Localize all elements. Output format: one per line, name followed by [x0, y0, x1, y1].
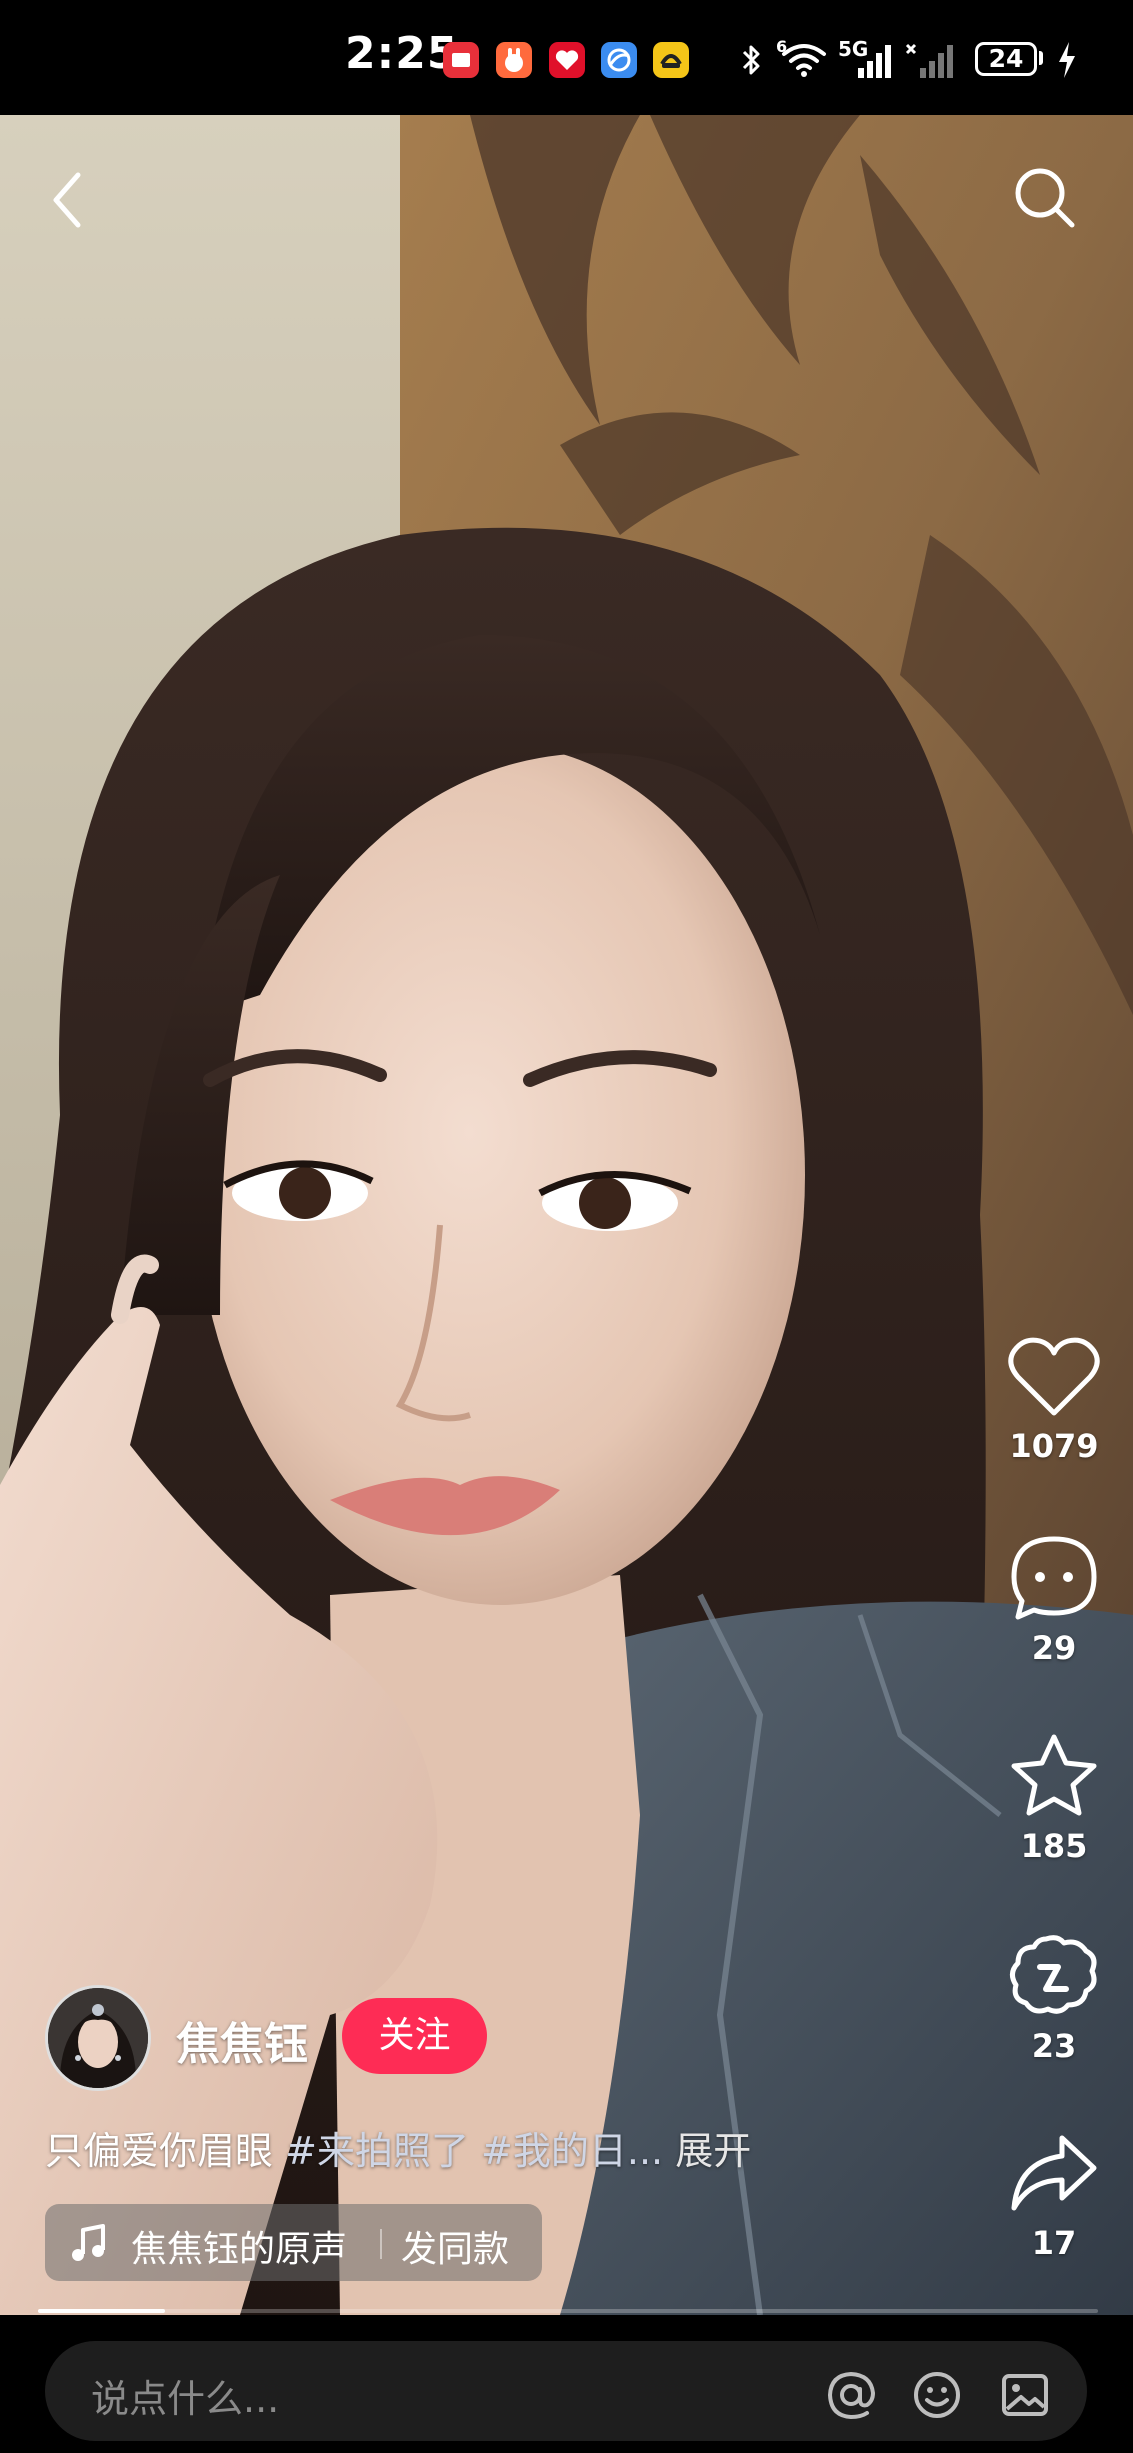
- browser-app-icon: [601, 42, 637, 78]
- music-pill[interactable]: 焦焦钰的原声 发同款: [45, 2204, 542, 2281]
- recommend-icon[interactable]: [1006, 1931, 1102, 2021]
- status-time: 2:25: [345, 28, 459, 79]
- pinduoduo-app-icon: [549, 42, 585, 78]
- share-arrow-icon[interactable]: [1006, 2128, 1102, 2218]
- use-same-sound-button[interactable]: 发同款: [401, 2220, 509, 2272]
- video-player[interactable]: 1079 29 185 23 17: [0, 115, 1133, 2315]
- chevron-left-icon[interactable]: [44, 165, 92, 235]
- signal-strength-icon: [858, 45, 891, 78]
- share-count: 17: [1031, 2224, 1077, 2262]
- video-progress-fill: [38, 2309, 166, 2313]
- favorite-count: 185: [1020, 1827, 1088, 1865]
- music-note-icon: [72, 2224, 105, 2261]
- comment-bubble-icon[interactable]: [1006, 1533, 1102, 1623]
- recommend-count: 23: [1031, 2027, 1077, 2065]
- sim-indicator: 6: [776, 37, 788, 56]
- author-name[interactable]: 焦焦钰: [176, 2008, 308, 2072]
- avatar-image: [48, 1988, 148, 2088]
- music-divider: [380, 2229, 382, 2259]
- battery-nub: [1039, 51, 1043, 65]
- comment-placeholder: 说点什么...: [91, 2377, 280, 2421]
- comment-input[interactable]: 说点什么...: [45, 2341, 1087, 2441]
- mention-at-icon[interactable]: [825, 2369, 877, 2421]
- status-bar: 2:25 6 5G 24: [0, 0, 1133, 115]
- signal-none-icon: [905, 43, 953, 78]
- recommend-action[interactable]: 23: [992, 1931, 1116, 2065]
- video-caption[interactable]: 只偏爱你眉眼 #来拍照了 #我的日... 展开: [45, 2120, 945, 2175]
- comment-action[interactable]: 29: [992, 1533, 1116, 1667]
- image-picker-icon[interactable]: [999, 2369, 1051, 2421]
- video-frame-image: [0, 115, 1133, 2315]
- search-icon[interactable]: [1010, 163, 1080, 233]
- favorite-action[interactable]: 185: [992, 1731, 1116, 1865]
- battery-indicator: 24: [975, 42, 1037, 76]
- bottom-comment-bar: 说点什么...: [0, 2315, 1133, 2453]
- hashtag-2[interactable]: #我的日...: [481, 2129, 663, 2173]
- video-progress-bar[interactable]: [38, 2309, 1098, 2313]
- comment-count: 29: [1031, 1629, 1077, 1667]
- like-count: 1079: [1009, 1427, 1099, 1465]
- wifi-icon: [782, 44, 826, 77]
- expand-caption-button[interactable]: 展开: [675, 2129, 751, 2173]
- music-name[interactable]: 焦焦钰的原声: [131, 2220, 347, 2272]
- author-avatar[interactable]: [45, 1985, 151, 2091]
- hashtag-1[interactable]: #来拍照了: [285, 2129, 469, 2173]
- share-action[interactable]: 17: [992, 2128, 1116, 2262]
- notes-app-icon: [443, 42, 479, 78]
- heart-icon[interactable]: [1006, 1335, 1102, 1421]
- like-action[interactable]: 1079: [992, 1335, 1116, 1465]
- taxi-app-icon: [653, 42, 689, 78]
- rabbit-app-icon: [496, 42, 532, 78]
- bluetooth-icon: [742, 45, 760, 75]
- video-feed-screen: 2:25 6 5G 24 1079 29 185 23 17 焦焦钰 关注 只偏…: [0, 0, 1133, 2453]
- star-icon[interactable]: [1006, 1731, 1102, 1821]
- caption-text: 只偏爱你眉眼: [45, 2129, 274, 2173]
- charging-icon: [1059, 42, 1075, 78]
- emoji-icon[interactable]: [911, 2369, 963, 2421]
- follow-button[interactable]: 关注: [342, 1998, 487, 2074]
